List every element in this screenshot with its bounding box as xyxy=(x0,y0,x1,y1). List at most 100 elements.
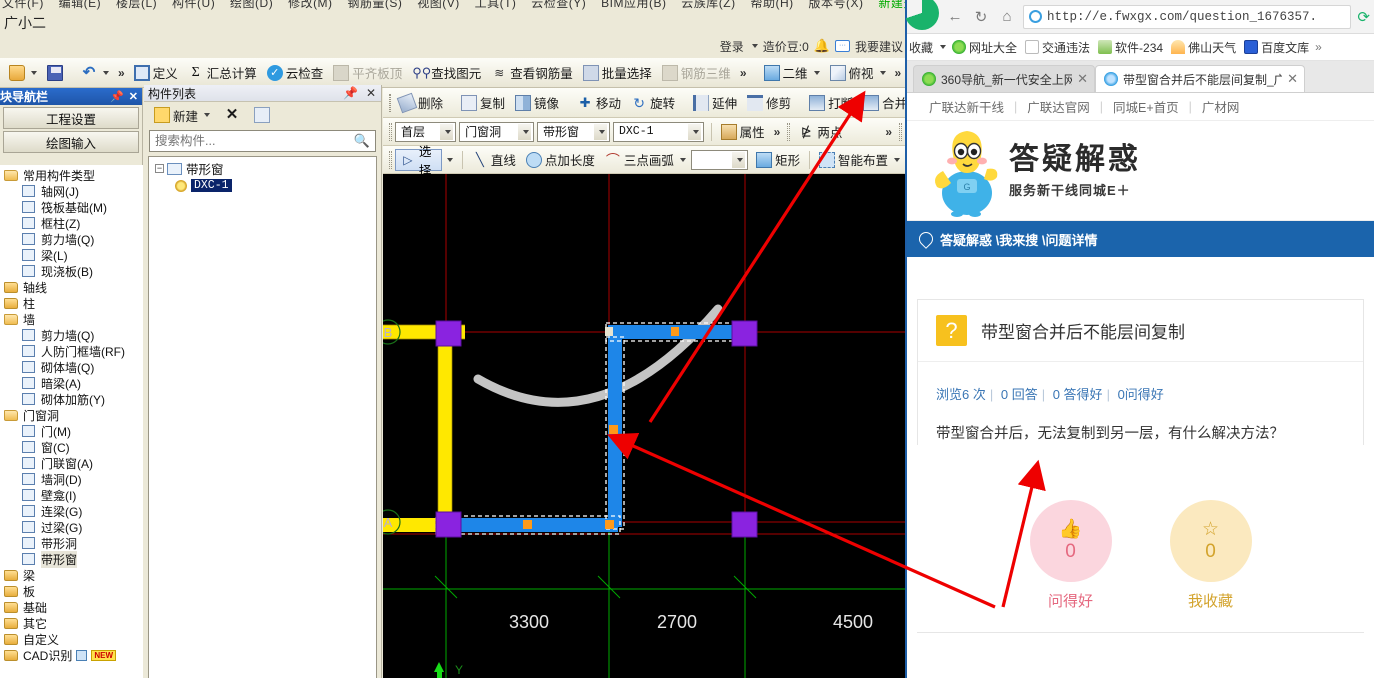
three-point-arc-button[interactable]: ⌒ 三点画弧 xyxy=(600,148,691,172)
rotate-button[interactable]: ↻ 旋转 xyxy=(626,91,680,115)
pin-icon[interactable]: 📌 xyxy=(110,90,124,103)
tree-node[interactable]: 现浇板(B) xyxy=(0,263,143,279)
save-button[interactable] xyxy=(42,61,68,85)
tree-node[interactable]: 带形窗 xyxy=(0,550,143,568)
new-component-button[interactable]: 新建 xyxy=(149,103,215,127)
component-type-selector[interactable]: 带形窗 xyxy=(537,121,610,142)
line-tool-button[interactable]: ╲ 直线 xyxy=(467,148,521,172)
bookmarks-overflow[interactable]: » xyxy=(1315,40,1322,54)
tree-node[interactable]: CAD识别 NEW xyxy=(0,647,143,663)
menu-item[interactable]: 绘图(D) xyxy=(230,0,273,10)
rect-tool-button[interactable]: 矩形 xyxy=(751,148,805,172)
chevron-down-icon[interactable] xyxy=(687,123,701,140)
menu-item[interactable]: 云检查(Y) xyxy=(531,0,586,10)
tab-close-icon[interactable]: ✕ xyxy=(1077,71,1088,87)
expand-collapse-icon[interactable]: − xyxy=(155,164,164,173)
menu-item[interactable]: 云族库(Z) xyxy=(681,0,735,10)
find-element-button[interactable]: ⚲⚲ 查找图元 xyxy=(407,61,486,85)
chevron-down-icon[interactable] xyxy=(518,123,532,140)
tree-node[interactable]: 常用构件类型 xyxy=(0,167,143,183)
tree-node[interactable]: 过梁(G) xyxy=(0,519,143,535)
chevron-down-icon[interactable] xyxy=(940,45,947,49)
top-view-button[interactable]: 俯视 xyxy=(825,61,891,85)
menu-item-new-interaction[interactable]: 新建交互 xyxy=(878,0,905,10)
browser-tab[interactable]: 360导航_新一代安全上网导航 ✕ xyxy=(913,65,1095,92)
favorite-action[interactable]: ☆ 0 我收藏 xyxy=(1169,500,1252,630)
tree-node[interactable]: 板 xyxy=(0,583,143,599)
two-point-overflow[interactable]: » xyxy=(881,125,896,139)
menu-item[interactable]: 编辑(E) xyxy=(59,0,102,10)
tree-node[interactable]: 其它 xyxy=(0,615,143,631)
tree-node[interactable]: 基础 xyxy=(0,599,143,615)
close-icon[interactable]: ✕ xyxy=(366,86,376,100)
green-refresh-icon[interactable]: ⟳ xyxy=(1357,8,1370,26)
suggestion-button[interactable]: 我要建议 xyxy=(855,38,903,55)
speech-bubble-icon[interactable]: ··· xyxy=(834,40,850,52)
search-icon[interactable]: 🔍 xyxy=(349,133,375,149)
menu-item[interactable]: 修改(M) xyxy=(288,0,333,10)
close-icon[interactable]: ✕ xyxy=(129,90,138,103)
pin-icon[interactable]: 📌 xyxy=(343,86,358,100)
bookmark-item[interactable]: 网址大全 xyxy=(950,39,1019,56)
view-2d-button[interactable]: 二维 xyxy=(759,61,825,85)
tree-node[interactable]: 柱 xyxy=(0,295,143,311)
back-icon[interactable]: ← xyxy=(945,7,965,27)
menu-item[interactable]: 楼层(L) xyxy=(116,0,157,10)
search-input[interactable] xyxy=(150,132,349,150)
toolbar-overflow-3[interactable]: » xyxy=(891,66,906,80)
point-length-tool-button[interactable]: 点加长度 xyxy=(521,148,600,172)
mirror-button[interactable]: 镜像 xyxy=(510,91,564,115)
menu-item[interactable]: 钢筋量(S) xyxy=(347,0,402,10)
tab-close-icon[interactable]: ✕ xyxy=(1287,71,1298,87)
define-button[interactable]: 定义 xyxy=(129,61,183,85)
tree-node[interactable]: 门(M) xyxy=(0,423,143,439)
component-tree[interactable]: − 带形窗 DXC-1 xyxy=(148,156,377,678)
home-icon[interactable]: ⌂ xyxy=(997,7,1017,27)
toolbar-grip[interactable] xyxy=(389,93,391,112)
menu-item[interactable]: 工具(T) xyxy=(475,0,517,10)
view-rebar-button[interactable]: ≋ 查看钢筋量 xyxy=(486,61,578,85)
component-name-selector[interactable]: DXC-1 xyxy=(613,121,704,142)
component-tree-item[interactable]: DXC-1 xyxy=(149,177,376,194)
menu-item[interactable]: 视图(V) xyxy=(417,0,460,10)
delete-component-button[interactable]: ✕ xyxy=(219,103,245,127)
category-selector[interactable]: 门窗洞 xyxy=(459,121,535,142)
copy-button[interactable]: 复制 xyxy=(456,91,510,115)
toolbar-grip[interactable] xyxy=(899,122,903,141)
good-question-action[interactable]: 👍 0 问得好 xyxy=(1029,500,1112,630)
menu-item[interactable]: BIM应用(B) xyxy=(601,0,666,10)
nav-tab-project-settings[interactable]: 工程设置 xyxy=(3,107,139,129)
break-button[interactable]: 打断 xyxy=(804,91,858,115)
floor-selector[interactable]: 首层 xyxy=(394,121,457,142)
tree-node[interactable]: 筏板基础(M) xyxy=(0,199,143,215)
chevron-down-icon[interactable] xyxy=(751,44,758,48)
subnav-link[interactable]: 广联达新干线 xyxy=(919,97,1014,116)
toolbar-grip[interactable] xyxy=(389,122,392,141)
tree-node[interactable]: 墙洞(D) xyxy=(0,471,143,487)
tree-node[interactable]: 墙 xyxy=(0,311,143,327)
browser-tab-active[interactable]: 带型窗合并后不能层间复制_广联 ✕ xyxy=(1095,65,1305,92)
tree-node[interactable]: 砌体墙(Q) xyxy=(0,359,143,375)
tree-node[interactable]: 门窗洞 xyxy=(0,407,143,423)
favorite-button[interactable]: ☆ 0 xyxy=(1169,500,1252,582)
menu-item[interactable]: 帮助(H) xyxy=(750,0,793,10)
component-type-tree[interactable]: 常用构件类型 轴网(J) 筏板基础(M) 框柱(Z) 剪力墙(Q) 梁(L) 现浇板(B) 轴… xyxy=(0,165,143,678)
toolbar-grip[interactable] xyxy=(787,122,791,141)
good-question-button[interactable]: 👍 0 xyxy=(1029,500,1112,582)
subnav-link[interactable]: 同城E+首页 xyxy=(1103,97,1189,116)
delete-button[interactable]: 删除 xyxy=(394,91,448,115)
smart-layout-button[interactable]: 智能布置 xyxy=(814,148,905,172)
chevron-down-icon[interactable] xyxy=(440,123,454,140)
extend-button[interactable]: 延伸 xyxy=(688,91,742,115)
draw-mode-combo[interactable] xyxy=(690,149,749,170)
tree-node[interactable]: 壁龛(I) xyxy=(0,487,143,503)
tree-node[interactable]: 轴线 xyxy=(0,279,143,295)
tree-node[interactable]: 梁 xyxy=(0,567,143,583)
login-button[interactable]: 登录 xyxy=(720,38,744,55)
tree-node[interactable]: 梁(L) xyxy=(0,247,143,263)
menu-item[interactable]: 版本号(X) xyxy=(808,0,863,10)
tree-node[interactable]: 窗(C) xyxy=(0,439,143,455)
subnav-link[interactable]: 广材网 xyxy=(1192,97,1250,116)
component-tree-root[interactable]: − 带形窗 xyxy=(149,160,376,177)
subnav-link[interactable]: 广联达官网 xyxy=(1017,97,1100,116)
